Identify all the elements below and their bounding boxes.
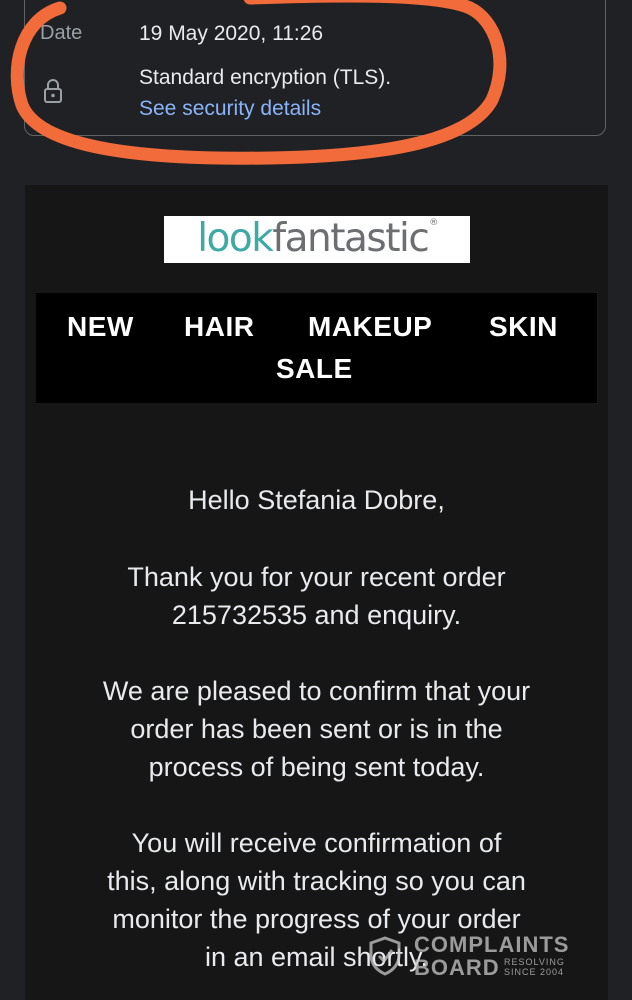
watermark-sub-line-2: SINCE 2004 [504,967,565,977]
lock-icon [44,79,62,103]
nav-link-hair[interactable]: HAIR [184,311,254,343]
date-value: 19 May 2020, 11:26 [139,22,324,45]
watermark-board: BOARD [414,955,500,980]
nav-link-new[interactable]: NEW [67,311,134,343]
store-nav-bar: NEW HAIR MAKEUP SKIN SALE [36,293,597,403]
nav-link-makeup[interactable]: MAKEUP [308,311,432,343]
watermark-sub-line-1: RESOLVING [504,957,565,967]
watermark-subtitle: RESOLVING SINCE 2004 [504,957,565,977]
greeting-text: Hello Stefania Dobre, [188,485,445,515]
logo-fantastic-text: fantastic [272,216,429,261]
confirm-line-3: process of being sent today. [148,752,485,782]
confirmation-paragraph: We are pleased to confirm that your orde… [25,672,608,786]
nav-link-sale[interactable]: SALE [276,353,353,385]
email-body: lookfantastic® NEW HAIR MAKEUP SKIN SALE… [25,185,608,1000]
receive-line-1: You will receive confirmation of [131,828,502,858]
lookfantastic-logo[interactable]: lookfantastic® [164,216,470,263]
nav-link-skin[interactable]: SKIN [489,311,558,343]
confirm-line-2: order has been sent or is in the [130,714,503,744]
encryption-status: Standard encryption (TLS). [139,66,392,89]
logo-look-text: look [197,216,274,261]
receive-line-2: this, along with tracking so you can [107,866,526,896]
thanks-line-2: 215732535 and enquiry. [171,600,462,630]
thanks-line-1: Thank you for your recent order [127,562,506,592]
logo-registered-mark: ® [429,218,438,228]
thanks-paragraph: Thank you for your recent order 21573253… [25,558,608,634]
see-security-details-link[interactable]: See security details [139,97,321,121]
shield-icon [369,936,401,976]
confirm-line-1: We are pleased to confirm that your [102,676,531,706]
date-label: Date [40,22,83,44]
complaints-board-watermark: COMPLAINTS BOARD RESOLVING SINCE 2004 [368,930,588,982]
